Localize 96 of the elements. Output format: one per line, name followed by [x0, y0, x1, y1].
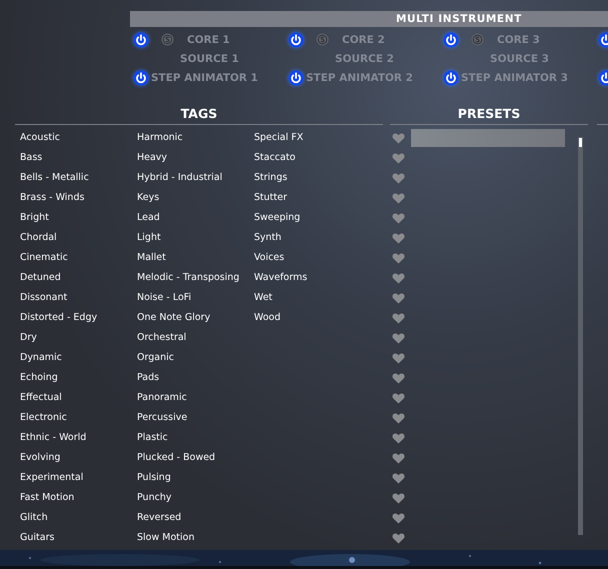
- heart-icon[interactable]: [392, 272, 405, 284]
- tag-item[interactable]: Guitars: [20, 528, 54, 548]
- panel-header: PRESETS: [390, 106, 588, 125]
- power-icon[interactable]: [443, 32, 459, 48]
- tag-item[interactable]: Harmonic: [137, 128, 183, 148]
- tag-item[interactable]: Bells - Metallic: [20, 168, 89, 188]
- heart-icon[interactable]: [392, 132, 405, 144]
- tag-item[interactable]: Pads: [137, 368, 160, 388]
- module-label: STEP ANIMATOR 1: [151, 72, 258, 84]
- tag-item[interactable]: Glitch: [20, 508, 48, 528]
- tag-item[interactable]: Mallet: [137, 248, 166, 268]
- tag-item[interactable]: Wet: [254, 288, 272, 308]
- solo-icon[interactable]: [471, 33, 484, 46]
- tag-item[interactable]: Sweeping: [254, 208, 300, 228]
- heart-icon[interactable]: [392, 392, 405, 404]
- tag-item[interactable]: Experimental: [20, 468, 84, 488]
- module-label: CORE 1: [187, 34, 230, 46]
- heart-icon[interactable]: [392, 252, 405, 264]
- heart-icon[interactable]: [392, 472, 405, 484]
- module-label: SOURCE 3: [490, 52, 549, 64]
- tag-item[interactable]: Punchy: [137, 488, 172, 508]
- tag-item[interactable]: Detuned: [20, 268, 61, 288]
- tag-item[interactable]: Staccato: [254, 148, 296, 168]
- tag-item[interactable]: Waveforms: [254, 268, 308, 288]
- tag-item[interactable]: Special FX: [254, 128, 304, 148]
- tag-item[interactable]: Acoustic: [20, 128, 60, 148]
- heart-icon[interactable]: [392, 372, 405, 384]
- tag-item[interactable]: Melodic - Transposing: [137, 268, 240, 288]
- module-label: CORE 2: [342, 34, 385, 46]
- heart-icon[interactable]: [392, 492, 405, 504]
- tag-item[interactable]: Plucked - Bowed: [137, 448, 216, 468]
- tag-item[interactable]: Stutter: [254, 188, 287, 208]
- heart-icon[interactable]: [392, 412, 405, 424]
- heart-icon[interactable]: [392, 532, 405, 544]
- tag-item[interactable]: Organic: [137, 348, 174, 368]
- tag-item[interactable]: Effectual: [20, 388, 62, 408]
- tag-item[interactable]: Noise - LoFi: [137, 288, 192, 308]
- tag-item[interactable]: Fast Motion: [20, 488, 74, 508]
- tag-item[interactable]: Wood: [254, 308, 280, 328]
- scrollbar-thumb[interactable]: [579, 138, 582, 147]
- tag-item[interactable]: Bright: [20, 208, 49, 228]
- module-label: SOURCE 1: [180, 52, 239, 64]
- tag-item[interactable]: Hybrid - Industrial: [137, 168, 222, 188]
- tag-item[interactable]: Light: [137, 228, 161, 248]
- heart-icon[interactable]: [392, 432, 405, 444]
- heart-icon[interactable]: [392, 292, 405, 304]
- tag-item[interactable]: Dissonant: [20, 288, 68, 308]
- heart-icon[interactable]: [392, 312, 405, 324]
- heart-icon[interactable]: [392, 232, 405, 244]
- heart-icon[interactable]: [392, 172, 405, 184]
- panel-header: TAGS: [15, 106, 383, 125]
- power-icon[interactable]: [288, 70, 304, 86]
- tag-item[interactable]: Reversed: [137, 508, 182, 528]
- tag-item[interactable]: Keys: [137, 188, 160, 208]
- power-icon[interactable]: [133, 70, 149, 86]
- tag-item[interactable]: Voices: [254, 248, 284, 268]
- solo-icon[interactable]: [316, 33, 329, 46]
- tag-item[interactable]: Lead: [137, 208, 160, 228]
- module-label: STEP ANIMATOR 3: [461, 72, 568, 84]
- tag-item[interactable]: Percussive: [137, 408, 188, 428]
- heart-icon[interactable]: [392, 152, 405, 164]
- tag-item[interactable]: Slow Motion: [137, 528, 194, 548]
- heart-icon[interactable]: [392, 452, 405, 464]
- tag-item[interactable]: Chordal: [20, 228, 57, 248]
- scrollbar[interactable]: [578, 137, 583, 535]
- heart-icon[interactable]: [392, 212, 405, 224]
- tag-item[interactable]: Pulsing: [137, 468, 171, 488]
- section-title: MULTI INSTRUMENT: [396, 13, 522, 25]
- tag-item[interactable]: Cinematic: [20, 248, 68, 268]
- tag-item[interactable]: Bass: [20, 148, 42, 168]
- power-icon[interactable]: [443, 70, 459, 86]
- solo-icon[interactable]: [161, 33, 174, 46]
- tag-item[interactable]: One Note Glory: [137, 308, 210, 328]
- tag-item[interactable]: Electronic: [20, 408, 67, 428]
- power-icon[interactable]: [133, 32, 149, 48]
- heart-icon[interactable]: [392, 512, 405, 524]
- module-label: STEP ANIMATOR 2: [306, 72, 413, 84]
- tag-item[interactable]: Panoramic: [137, 388, 187, 408]
- tag-item[interactable]: Distorted - Edgy: [20, 308, 98, 328]
- tag-item[interactable]: Echoing: [20, 368, 58, 388]
- heart-icon[interactable]: [392, 332, 405, 344]
- module-label: SOURCE 2: [335, 52, 394, 64]
- tag-item[interactable]: Heavy: [137, 148, 168, 168]
- heart-icon[interactable]: [392, 192, 405, 204]
- tag-item[interactable]: Dry: [20, 328, 37, 348]
- tag-item[interactable]: Dynamic: [20, 348, 62, 368]
- tag-item[interactable]: Ethnic - World: [20, 428, 86, 448]
- heart-icon[interactable]: [392, 352, 405, 364]
- module-label: CORE 3: [497, 34, 540, 46]
- tag-item[interactable]: Strings: [254, 168, 288, 188]
- tag-item[interactable]: Brass - Winds: [20, 188, 84, 208]
- tag-item[interactable]: Orchestral: [137, 328, 186, 348]
- tag-item[interactable]: Synth: [254, 228, 282, 248]
- tag-item[interactable]: Plastic: [137, 428, 168, 448]
- tag-item[interactable]: Evolving: [20, 448, 60, 468]
- power-icon[interactable]: [288, 32, 304, 48]
